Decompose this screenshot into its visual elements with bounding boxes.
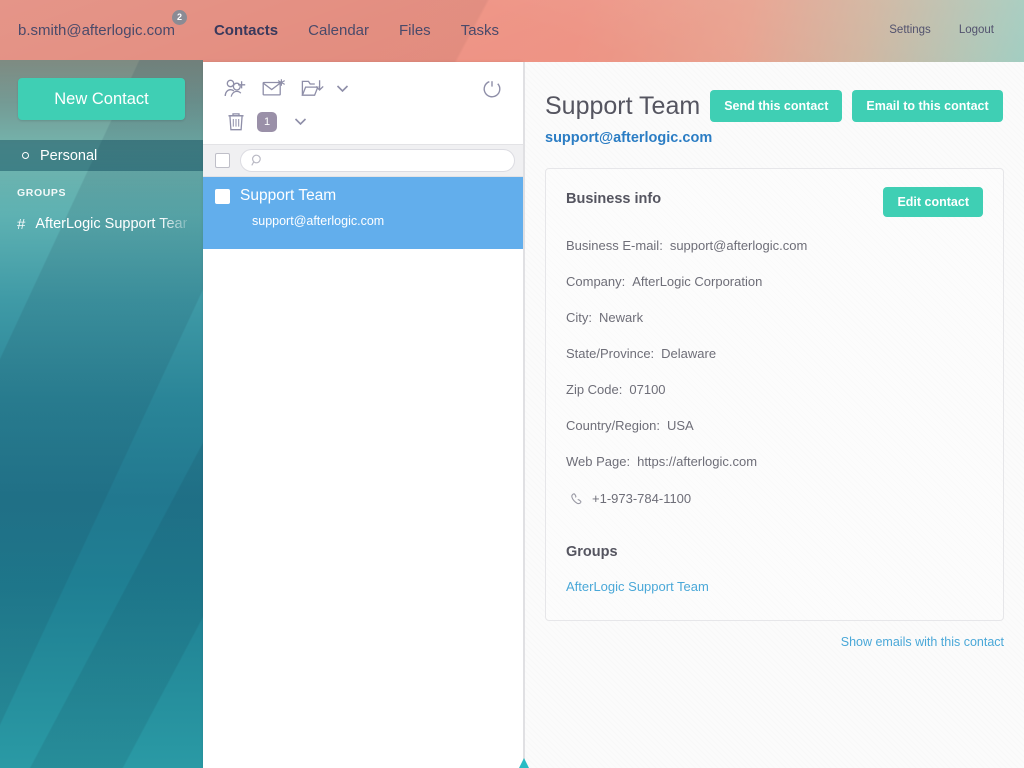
add-contact-icon[interactable] [217,74,255,104]
sidebar-item-label: Personal [40,147,98,164]
trash-icon[interactable] [217,107,255,137]
field-label: Zip Code: [566,382,623,397]
groups-section-title: Groups [566,544,618,560]
settings-link[interactable]: Settings [875,20,945,40]
field-phone: +1-973-784-1100 [566,491,983,506]
field-value: Newark [599,310,644,325]
contact-select-checkbox[interactable] [215,188,230,204]
contact-row-top: Support Team [215,187,511,205]
hash-icon: # [17,215,26,233]
contact-list-panel: 1 Support Team support@afterlogic.com [203,62,523,768]
nav-item-contacts[interactable]: Contacts [199,18,293,43]
email-to-this-contact-button[interactable]: Email to this contact [852,90,1003,122]
field-label: Company: [566,274,626,289]
nav-item-files[interactable]: Files [384,18,446,43]
new-contact-button[interactable]: New Contact [18,78,185,120]
header-right-group: Settings Logout [875,20,1024,40]
list-search-row [203,144,523,177]
field-label: Web Page: [566,454,631,469]
field-label: City: [566,310,592,325]
contact-detail-header: Support Team Send this contact Email to … [545,90,1004,122]
select-all-checkbox[interactable] [215,153,230,168]
contact-name-label: Support Team [240,187,337,204]
field-value: USA [666,418,694,433]
field-value: https://afterlogic.com [637,454,758,469]
sidebar-item-personal[interactable]: Personal [0,140,203,171]
delete-count-badge: 1 [257,111,277,132]
list-toolbar-row-primary [217,72,509,105]
field-label: State/Province: [566,346,655,361]
nav-item-tasks[interactable]: Tasks [446,18,514,43]
import-export-icon[interactable] [293,74,331,104]
panel-resize-divider[interactable] [519,62,529,768]
field-value: 07100 [629,382,666,397]
contact-detail-title: Support Team [545,91,701,120]
phone-number-label: +1-973-784-1100 [592,491,692,506]
field-label: Country/Region: [566,418,660,433]
search-icon [251,154,261,166]
edit-contact-button[interactable]: Edit contact [883,187,983,217]
field-label: Business E-mail: [566,238,663,253]
group-link-afterlogic-support-team[interactable]: AfterLogic Support Team [566,579,709,594]
list-toolbar: 1 [203,62,523,144]
field-value: support@afterlogic.com [669,238,808,253]
field-zip-code: Zip Code: 07100 [566,382,983,397]
new-contact-container: New Contact [0,60,203,120]
field-company: Company: AfterLogic Corporation [566,274,983,289]
refresh-icon[interactable] [475,74,509,104]
show-emails-with-contact-link[interactable]: Show emails with this contact [841,635,1004,649]
field-country-region: Country/Region: USA [566,418,983,433]
logout-link[interactable]: Logout [945,20,1008,40]
field-state-province: State/Province: Delaware [566,346,983,361]
search-input-container[interactable] [240,149,515,172]
nav-item-calendar[interactable]: Calendar [293,18,384,43]
import-export-chevron-down-icon[interactable] [331,75,353,103]
show-emails-container: Show emails with this contact [545,635,1004,649]
contact-list-item-support-team[interactable]: Support Team support@afterlogic.com [203,177,523,249]
main-nav: Contacts Calendar Files Tasks [199,18,514,43]
sidebar-groups-heading: GROUPS [17,187,67,199]
contact-detail-panel: Support Team Send this contact Email to … [525,62,1024,768]
search-input[interactable] [270,153,504,168]
field-web-page: Web Page: https://afterlogic.com [566,454,983,469]
sidebar-address-books: Personal GROUPS # AfterLogic Support Tea… [0,140,203,239]
account-email-menu[interactable]: b.smith@afterlogic.com 2 [14,9,187,43]
circle-bullet-icon [22,152,29,159]
field-business-email: Business E-mail: support@afterlogic.com [566,238,983,253]
sidebar-group-label: AfterLogic Support Team [35,216,188,232]
field-value: Delaware [661,346,717,361]
field-value: AfterLogic Corporation [632,274,763,289]
new-email-icon[interactable] [255,74,293,104]
contact-detail-email-link[interactable]: support@afterlogic.com [545,130,712,146]
field-city: City: Newark [566,310,983,325]
business-info-card-header: Business info Edit contact [566,187,983,217]
phone-icon [570,492,584,506]
send-this-contact-button[interactable]: Send this contact [710,90,843,122]
app-root: b.smith@afterlogic.com 2 Contacts Calend… [0,0,1024,768]
sidebar: New Contact Personal GROUPS # AfterLogic… [0,60,203,768]
top-header: b.smith@afterlogic.com 2 Contacts Calend… [0,0,1024,60]
business-info-title: Business info [566,191,662,207]
contact-email-label: support@afterlogic.com [252,214,385,228]
header-left-group: b.smith@afterlogic.com 2 Contacts Calend… [0,9,514,43]
list-toolbar-row-secondary: 1 [217,105,509,138]
account-email-label: b.smith@afterlogic.com [18,21,175,39]
more-actions-chevron-down-icon[interactable] [289,108,311,136]
business-info-card: Business info Edit contact Business E-ma… [545,168,1004,621]
account-unread-badge: 2 [171,9,187,25]
sidebar-group-afterlogic-support-team[interactable]: # AfterLogic Support Team [0,209,203,239]
contact-detail-inner: Support Team Send this contact Email to … [525,62,1024,649]
